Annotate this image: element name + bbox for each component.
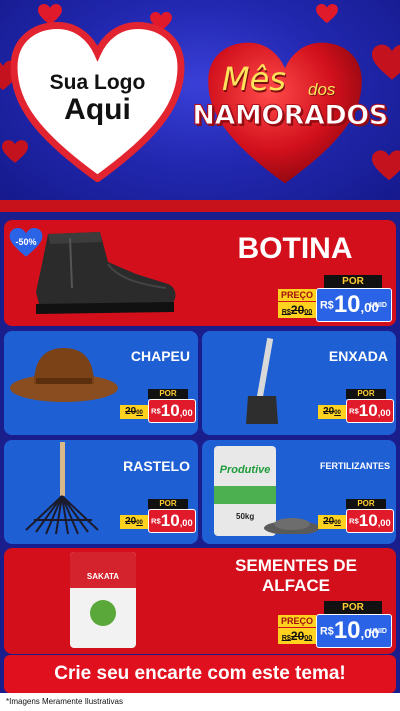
seed-pack-lettuce [90, 600, 116, 626]
bag-stripe [214, 486, 276, 504]
price-por-label: POR [148, 499, 188, 509]
price-old: 2000 [318, 515, 346, 529]
product-name-botina: BOTINA [237, 232, 353, 265]
logo-placeholder[interactable]: Sua Logo Aqui [10, 71, 185, 127]
header-banner: Sua Logo Aqui Mês dos NAMORADOS [0, 0, 400, 210]
price-new: R$10,00 [346, 399, 394, 423]
price-new: R$10,00 UNID [316, 614, 392, 648]
heart-icon [316, 4, 338, 24]
price-por-label: POR [346, 499, 386, 509]
price-old: 2000 [120, 405, 148, 419]
price-old: 2000 [120, 515, 148, 529]
price-new: R$10,00 UNID [316, 288, 392, 322]
rake-image [25, 442, 99, 535]
disclaimer-note: *Imagens Meramente Ilustrativas [0, 693, 400, 711]
price-old: R$2000 [278, 302, 316, 318]
product-name-chapeu: CHAPEU [130, 348, 190, 364]
price-new: R$10,00 [346, 509, 394, 533]
fertilizer-pile-image [264, 518, 320, 534]
price-preco-label: PREÇO [278, 289, 316, 301]
hoe-image [246, 337, 278, 424]
hat-image [10, 348, 118, 402]
product-name-rastelo: RASTELO [123, 458, 190, 474]
price-preco-label: PREÇO [278, 615, 316, 627]
price-new: R$10,00 [148, 509, 196, 533]
boot-image [36, 232, 176, 314]
price-por-label: POR [324, 601, 382, 614]
title-namorados: NAMORADOS [192, 100, 389, 132]
product-name-enxada: ENXADA [328, 348, 388, 364]
bag-weight: 50kg [236, 512, 255, 521]
product-name-sementes: SEMENTES DE ALFACE [235, 556, 357, 595]
cta-button[interactable]: Crie seu encarte com este tema! [4, 655, 396, 693]
seed-pack-top [70, 552, 136, 588]
price-por-label: POR [346, 389, 386, 399]
price-por-label: POR [324, 275, 382, 288]
price-por-label: POR [148, 389, 188, 399]
seed-pack-image: SAKATA [70, 552, 136, 648]
logo-line1: Sua Logo [49, 71, 146, 94]
price-old: 2000 [318, 405, 346, 419]
price-new: R$10,00 [148, 399, 196, 423]
bag-brand: Produtive [219, 464, 271, 476]
seed-pack-brand: SAKATA [86, 572, 120, 581]
product-name-fertilizantes: FERTILIZANTES [320, 461, 390, 471]
logo-line2: Aqui [64, 93, 131, 127]
price-old: R$2000 [278, 628, 316, 644]
heart-icon [372, 150, 400, 181]
title-mes: Mês [222, 60, 286, 98]
title-dos: dos [308, 80, 336, 99]
heart-icon [372, 44, 400, 80]
